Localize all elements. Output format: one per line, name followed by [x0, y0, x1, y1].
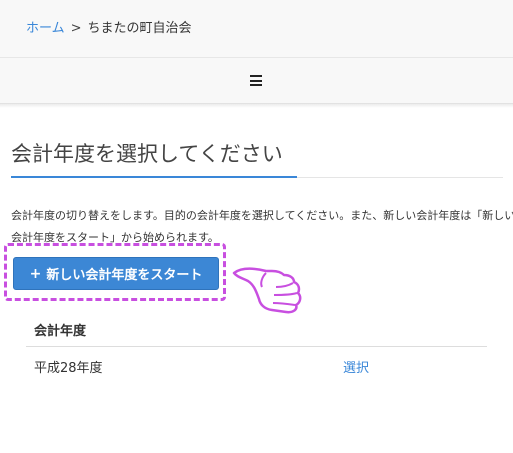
breadcrumb-current: ちまたの町自治会 [87, 21, 192, 36]
table-header-fiscal-year: 会計年度 [34, 324, 87, 339]
title-accent-underline [11, 176, 297, 178]
navbar [0, 58, 513, 104]
breadcrumb-separator: > [70, 21, 82, 36]
plus-icon: + [29, 265, 42, 282]
breadcrumb-bar: ホーム > ちまたの町自治会 [0, 0, 513, 58]
select-fiscal-year-link[interactable]: 選択 [343, 357, 369, 376]
navbar-shadow [0, 104, 513, 108]
table-row-year: 平成28年度 [34, 361, 103, 376]
start-button-label: 新しい会計年度をスタート [46, 268, 203, 283]
pointing-hand-icon [232, 267, 302, 314]
breadcrumb: ホーム > ちまたの町自治会 [26, 21, 192, 37]
breadcrumb-home-link[interactable]: ホーム [26, 21, 65, 36]
page-title: 会計年度を選択してください [11, 142, 283, 166]
table-header-divider [26, 346, 487, 347]
start-new-fiscal-year-button[interactable]: + 新しい会計年度をスタート [13, 257, 219, 290]
hamburger-menu-icon[interactable] [250, 75, 262, 86]
